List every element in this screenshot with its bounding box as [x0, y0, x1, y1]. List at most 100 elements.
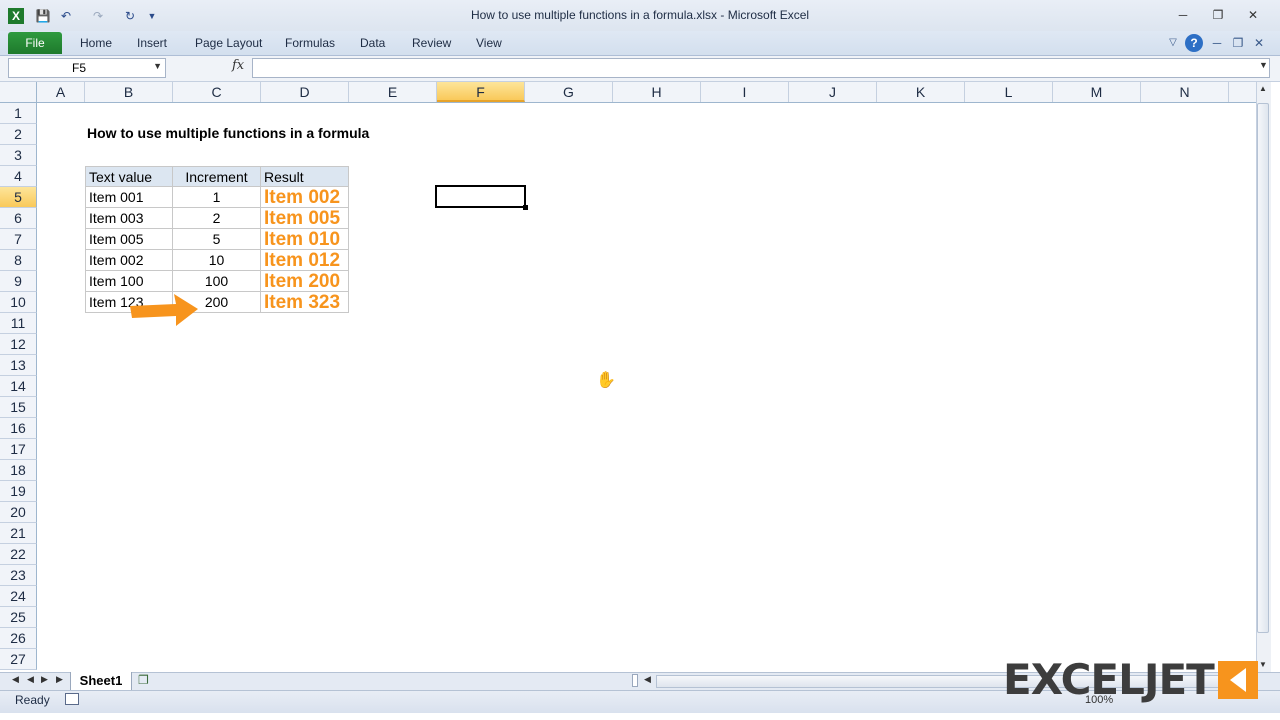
tab-view[interactable]: View	[476, 36, 502, 50]
row-header-23[interactable]: 23	[0, 565, 37, 586]
row-header-18[interactable]: 18	[0, 460, 37, 481]
cell-increment[interactable]: 2	[173, 208, 261, 229]
row-header-19[interactable]: 19	[0, 481, 37, 502]
column-header-j[interactable]: J	[789, 82, 877, 102]
workbook-minimize-icon[interactable]: ─	[1208, 34, 1226, 52]
refresh-icon[interactable]: ↻	[122, 9, 138, 23]
row-header-24[interactable]: 24	[0, 586, 37, 607]
row-header-14[interactable]: 14	[0, 376, 37, 397]
cell-result[interactable]: Item 010	[261, 229, 349, 250]
row-header-4[interactable]: 4	[0, 166, 37, 187]
scroll-up-icon[interactable]: ▲	[1259, 84, 1267, 93]
row-header-16[interactable]: 16	[0, 418, 37, 439]
cell-result[interactable]: Item 323	[261, 292, 349, 313]
macro-recording-icon[interactable]	[65, 693, 79, 705]
column-header-n[interactable]: N	[1141, 82, 1229, 102]
cell-increment[interactable]: 10	[173, 250, 261, 271]
redo-icon[interactable]: ↷	[90, 9, 106, 23]
row-header-17[interactable]: 17	[0, 439, 37, 460]
workbook-restore-icon[interactable]: ❐	[1229, 34, 1247, 52]
cell-result[interactable]: Item 012	[261, 250, 349, 271]
undo-icon[interactable]: ↶	[58, 9, 74, 23]
minimize-button[interactable]: ─	[1168, 6, 1198, 24]
cell-text-value[interactable]: Item 002	[85, 250, 173, 271]
column-header-l[interactable]: L	[965, 82, 1053, 102]
cell-text-value[interactable]: Item 003	[85, 208, 173, 229]
vertical-scroll-thumb[interactable]	[1257, 103, 1269, 633]
row-header-3[interactable]: 3	[0, 145, 37, 166]
column-header-d[interactable]: D	[261, 82, 349, 102]
column-header-e[interactable]: E	[349, 82, 437, 102]
row-header-5[interactable]: 5	[0, 187, 37, 208]
row-header-25[interactable]: 25	[0, 607, 37, 628]
row-header-9[interactable]: 9	[0, 271, 37, 292]
row-header-2[interactable]: 2	[0, 124, 37, 145]
tab-insert[interactable]: Insert	[137, 36, 167, 50]
select-all-corner[interactable]	[0, 82, 37, 102]
row-header-1[interactable]: 1	[0, 103, 37, 124]
tab-formulas[interactable]: Formulas	[285, 36, 335, 50]
column-header-g[interactable]: G	[525, 82, 613, 102]
help-icon[interactable]: ?	[1185, 34, 1203, 52]
name-box[interactable]: F5 ▼	[8, 58, 166, 78]
row-header-13[interactable]: 13	[0, 355, 37, 376]
insert-function-icon[interactable]: fx	[232, 58, 244, 73]
excel-app-icon[interactable]: X	[8, 8, 24, 24]
insert-sheet-icon[interactable]: ❐	[138, 673, 149, 687]
cell-text-value[interactable]: Item 005	[85, 229, 173, 250]
chevron-down-icon[interactable]: ▼	[153, 61, 162, 71]
row-header-11[interactable]: 11	[0, 313, 37, 334]
header-text-value[interactable]: Text value	[85, 166, 173, 187]
row-header-8[interactable]: 8	[0, 250, 37, 271]
sheet-tab-sheet1[interactable]: Sheet1	[70, 672, 132, 690]
customize-qat-icon[interactable]: ▼	[144, 9, 160, 23]
row-header-10[interactable]: 10	[0, 292, 37, 313]
column-header-b[interactable]: B	[85, 82, 173, 102]
column-header-m[interactable]: M	[1053, 82, 1141, 102]
tab-data[interactable]: Data	[360, 36, 385, 50]
file-tab[interactable]: File	[8, 32, 62, 54]
column-header-k[interactable]: K	[877, 82, 965, 102]
cell-increment[interactable]: 100	[173, 271, 261, 292]
prev-sheet-icon[interactable]: ◀	[27, 674, 34, 685]
header-result[interactable]: Result	[261, 166, 349, 187]
row-header-7[interactable]: 7	[0, 229, 37, 250]
row-header-15[interactable]: 15	[0, 397, 37, 418]
selected-cell-f5[interactable]	[435, 185, 528, 210]
scroll-down-icon[interactable]: ▼	[1259, 660, 1267, 669]
cell-text-value[interactable]: Item 001	[85, 187, 173, 208]
tab-home[interactable]: Home	[80, 36, 112, 50]
first-sheet-icon[interactable]: ◀	[12, 674, 19, 685]
save-icon[interactable]: 💾	[35, 9, 51, 23]
cell-result[interactable]: Item 200	[261, 271, 349, 292]
column-header-i[interactable]: I	[701, 82, 789, 102]
row-header-12[interactable]: 12	[0, 334, 37, 355]
tab-review[interactable]: Review	[412, 36, 451, 50]
close-button[interactable]: ✕	[1238, 6, 1268, 24]
cell-text-value[interactable]: Item 100	[85, 271, 173, 292]
row-header-22[interactable]: 22	[0, 544, 37, 565]
last-sheet-icon[interactable]: ▶	[56, 674, 63, 685]
header-increment[interactable]: Increment	[173, 166, 261, 187]
tab-page-layout[interactable]: Page Layout	[195, 36, 262, 50]
expand-formula-bar-icon[interactable]: ▼	[1259, 60, 1268, 70]
cell-result[interactable]: Item 005	[261, 208, 349, 229]
sheet-title[interactable]: How to use multiple functions in a formu…	[87, 125, 369, 141]
restore-button[interactable]: ❐	[1203, 6, 1233, 24]
workbook-close-icon[interactable]: ✕	[1250, 34, 1268, 52]
row-header-20[interactable]: 20	[0, 502, 37, 523]
tab-split-handle[interactable]	[632, 674, 638, 687]
row-header-26[interactable]: 26	[0, 628, 37, 649]
column-header-f[interactable]: F	[437, 82, 525, 102]
cell-result[interactable]: Item 002	[261, 187, 349, 208]
next-sheet-icon[interactable]: ▶	[41, 674, 48, 685]
column-header-c[interactable]: C	[173, 82, 261, 102]
column-header-h[interactable]: H	[613, 82, 701, 102]
cell-increment[interactable]: 1	[173, 187, 261, 208]
row-header-27[interactable]: 27	[0, 649, 37, 670]
row-header-21[interactable]: 21	[0, 523, 37, 544]
cell-increment[interactable]: 5	[173, 229, 261, 250]
column-header-a[interactable]: A	[37, 82, 85, 102]
row-header-6[interactable]: 6	[0, 208, 37, 229]
ribbon-collapse-icon[interactable]: ▽	[1164, 34, 1182, 52]
